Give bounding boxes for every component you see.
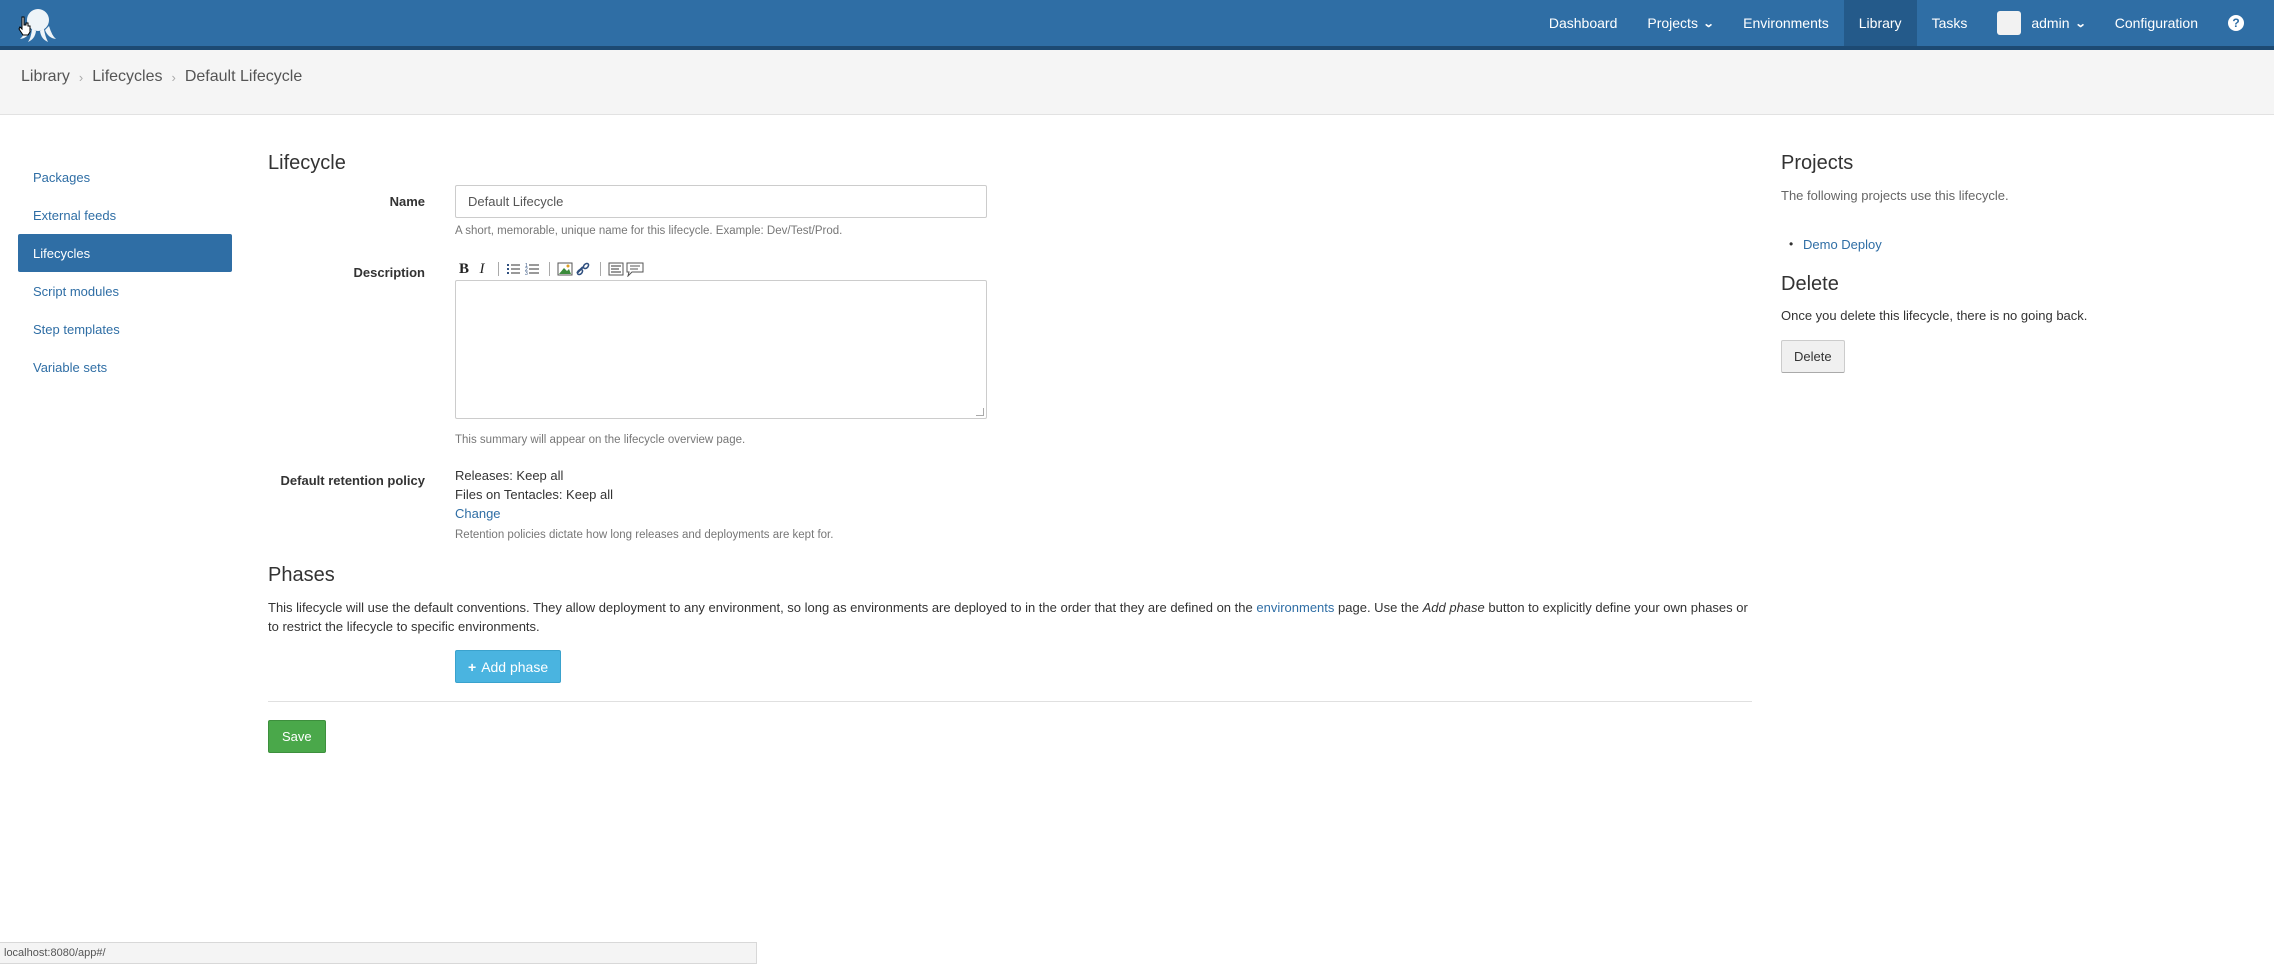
delete-title: Delete: [1781, 273, 1839, 295]
sidebar-item-script-modules[interactable]: Script modules: [18, 272, 232, 310]
toolbar-divider: [600, 262, 601, 276]
project-link-demo-deploy[interactable]: Demo Deploy: [1803, 237, 1882, 252]
page-title: Lifecycle: [268, 152, 346, 174]
bold-icon[interactable]: B: [455, 261, 473, 278]
nav-configuration-label: Configuration: [2114, 15, 2198, 31]
divider: [268, 701, 1752, 702]
nav-user-menu[interactable]: admin ⌄: [1982, 0, 2099, 46]
resize-handle-icon[interactable]: [976, 408, 984, 416]
retention-releases: Releases: Keep all: [455, 468, 564, 483]
save-button[interactable]: Save: [268, 720, 326, 753]
top-navbar: Dashboard Projects ⌄ Environments Library…: [0, 0, 2274, 50]
nav-library[interactable]: Library: [1843, 0, 1917, 46]
svg-text:3: 3: [525, 271, 528, 277]
breadcrumb-lifecycles[interactable]: Lifecycles: [92, 68, 162, 86]
toolbar-divider: [498, 262, 499, 276]
nav-tasks-label: Tasks: [1931, 15, 1968, 31]
description-textarea[interactable]: [455, 280, 987, 419]
markdown-toolbar: B I 123: [455, 259, 644, 279]
add-phase-label: Add phase: [481, 658, 549, 675]
phases-title: Phases: [268, 564, 335, 586]
description-help-text: This summary will appear on the lifecycl…: [455, 434, 746, 446]
breadcrumb-current: Default Lifecycle: [184, 68, 303, 85]
name-help-text: A short, memorable, unique name for this…: [455, 225, 843, 237]
projects-text: The following projects use this lifecycl…: [1781, 188, 2009, 203]
browser-status-bar: localhost:8080/app#/: [0, 942, 757, 964]
chevron-down-icon: ⌄: [1702, 17, 1715, 30]
help-icon: ?: [2228, 15, 2244, 31]
retention-files: Files on Tentacles: Keep all: [455, 487, 614, 502]
retention-change-link[interactable]: Change: [455, 506, 501, 521]
environments-link[interactable]: environments: [1256, 600, 1334, 615]
phases-text-em: Add phase: [1422, 600, 1485, 615]
nav-configuration[interactable]: Configuration: [2100, 0, 2213, 46]
code-quote-icons[interactable]: [608, 261, 644, 277]
description-label: Description: [353, 265, 425, 280]
nav-library-label: Library: [1858, 15, 1902, 31]
avatar: [1997, 11, 2022, 35]
sidebar-item-variable-sets[interactable]: Variable sets: [18, 348, 232, 386]
breadcrumb-library[interactable]: Library: [21, 68, 70, 86]
toolbar-divider: [549, 262, 550, 276]
sidebar-item-external-feeds[interactable]: External feeds: [18, 196, 232, 234]
chevron-down-icon: ⌄: [2074, 17, 2087, 30]
delete-button[interactable]: Delete: [1781, 340, 1845, 373]
plus-icon: +: [468, 658, 477, 675]
nav-dashboard-label: Dashboard: [1548, 15, 1618, 31]
nav-environments[interactable]: Environments: [1728, 0, 1844, 46]
nav-projects[interactable]: Projects ⌄: [1632, 0, 1728, 46]
nav-dashboard[interactable]: Dashboard: [1534, 0, 1633, 46]
italic-icon[interactable]: I: [473, 261, 491, 278]
nav-projects-label: Projects: [1647, 15, 1698, 31]
nav-tasks[interactable]: Tasks: [1917, 0, 1983, 46]
chevron-right-icon: ›: [78, 69, 84, 85]
nav-help[interactable]: ?: [2213, 0, 2274, 46]
add-phase-button[interactable]: + Add phase: [455, 650, 562, 683]
nav-user-label: admin: [2031, 15, 2070, 31]
delete-text: Once you delete this lifecycle, there is…: [1781, 308, 2088, 323]
sidebar-item-packages[interactable]: Packages: [18, 158, 232, 196]
chevron-right-icon: ›: [171, 69, 176, 85]
nav-environments-label: Environments: [1743, 15, 1829, 31]
breadcrumb: Library › Lifecycles › Default Lifecycle: [21, 68, 302, 86]
sidebar-item-lifecycles[interactable]: Lifecycles: [18, 234, 232, 272]
main-nav: Dashboard Projects ⌄ Environments Library…: [1534, 0, 2274, 50]
list-icons[interactable]: 123: [506, 261, 542, 277]
name-label: Name: [389, 194, 425, 209]
phases-text-part2: page. Use the: [1338, 600, 1419, 615]
phases-text-part1: This lifecycle will use the default conv…: [268, 600, 1253, 615]
projects-title: Projects: [1781, 152, 1854, 174]
library-sidebar: Packages External feeds Lifecycles Scrip…: [18, 158, 232, 386]
hand-cursor-icon: [18, 16, 31, 36]
image-link-icons[interactable]: [557, 261, 593, 277]
bullet-icon: •: [1789, 237, 1794, 251]
phases-description: This lifecycle will use the default conv…: [268, 598, 1748, 636]
project-list-item: • Demo Deploy: [1789, 237, 1882, 252]
breadcrumb-bar: Library › Lifecycles › Default Lifecycle: [0, 50, 2274, 115]
retention-help-text: Retention policies dictate how long rele…: [455, 529, 834, 541]
retention-label: Default retention policy: [280, 473, 425, 488]
name-input[interactable]: [455, 185, 987, 218]
sidebar-item-step-templates[interactable]: Step templates: [18, 310, 232, 348]
